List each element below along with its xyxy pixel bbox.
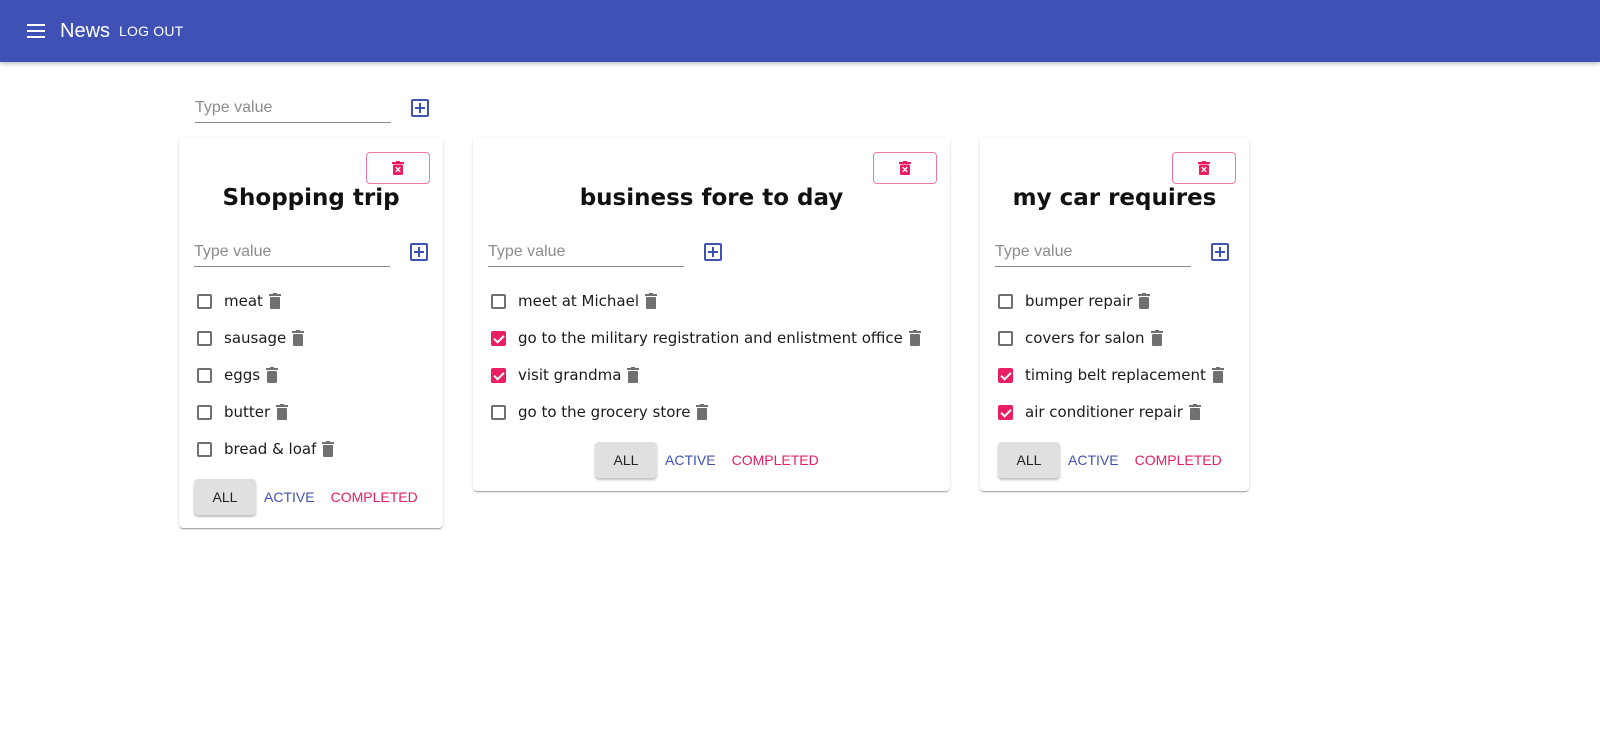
task-item: covers for salon bbox=[998, 325, 1163, 351]
task-item: bread & loaf bbox=[197, 436, 335, 462]
trash-icon[interactable] bbox=[1150, 330, 1163, 346]
task-text: go to the grocery store bbox=[518, 403, 691, 421]
filter-buttons: ALL ACTIVE COMPLETED bbox=[595, 442, 819, 478]
menu-icon[interactable] bbox=[24, 19, 48, 43]
add-list-icon[interactable] bbox=[411, 99, 429, 117]
trash-icon[interactable] bbox=[627, 367, 640, 383]
filter-active-button[interactable]: ACTIVE bbox=[1068, 446, 1119, 474]
task-text: timing belt replacement bbox=[1025, 366, 1206, 384]
add-task-form bbox=[194, 237, 428, 267]
delete-list-button[interactable] bbox=[873, 152, 937, 184]
task-checkbox[interactable] bbox=[491, 404, 506, 420]
task-item: air conditioner repair bbox=[998, 399, 1201, 425]
new-list-form bbox=[195, 93, 429, 123]
task-text: go to the military registration and enli… bbox=[518, 329, 903, 347]
new-task-input[interactable] bbox=[488, 237, 684, 267]
task-text: bread & loaf bbox=[224, 440, 317, 458]
add-task-icon[interactable] bbox=[1211, 243, 1229, 261]
add-task-icon[interactable] bbox=[410, 243, 428, 261]
trash-icon[interactable] bbox=[1138, 293, 1151, 309]
task-text: air conditioner repair bbox=[1025, 403, 1183, 421]
task-item: butter bbox=[197, 399, 289, 425]
task-checkbox[interactable] bbox=[491, 367, 506, 383]
list-title: Shopping trip bbox=[222, 185, 400, 211]
trash-icon[interactable] bbox=[276, 404, 289, 420]
task-checkbox[interactable] bbox=[998, 404, 1013, 420]
new-task-input[interactable] bbox=[194, 237, 390, 267]
trash-icon[interactable] bbox=[645, 293, 658, 309]
filter-completed-button[interactable]: COMPLETED bbox=[732, 446, 819, 474]
trash-icon[interactable] bbox=[268, 293, 281, 309]
filter-active-button[interactable]: ACTIVE bbox=[264, 483, 315, 511]
task-checkbox[interactable] bbox=[197, 367, 212, 383]
logout-button[interactable]: LOG OUT bbox=[119, 23, 183, 39]
todo-list-card: Shopping trip meat sausage eggs butter b… bbox=[179, 137, 443, 528]
task-item: eggs bbox=[197, 362, 279, 388]
task-text: meat bbox=[224, 292, 263, 310]
task-text: eggs bbox=[224, 366, 261, 384]
task-item: sausage bbox=[197, 325, 305, 351]
task-text: covers for salon bbox=[1025, 329, 1145, 347]
task-item: bumper repair bbox=[998, 288, 1151, 314]
task-item: visit grandma bbox=[491, 362, 640, 388]
delete-forever-icon bbox=[899, 161, 911, 175]
todo-list-card: business fore to day meet at Michael go … bbox=[473, 137, 950, 491]
list-title: my car requires bbox=[1012, 185, 1217, 211]
new-list-input[interactable] bbox=[195, 93, 391, 123]
filter-all-button[interactable]: ALL bbox=[998, 442, 1060, 478]
task-text: sausage bbox=[224, 329, 287, 347]
task-checkbox[interactable] bbox=[197, 404, 212, 420]
task-item: meat bbox=[197, 288, 281, 314]
task-text: visit grandma bbox=[518, 366, 622, 384]
task-text: butter bbox=[224, 403, 271, 421]
delete-forever-icon bbox=[1198, 161, 1210, 175]
task-item: timing belt replacement bbox=[998, 362, 1224, 388]
trash-icon[interactable] bbox=[266, 367, 279, 383]
new-task-input[interactable] bbox=[995, 237, 1191, 267]
filter-active-button[interactable]: ACTIVE bbox=[665, 446, 716, 474]
filter-buttons: ALL ACTIVE COMPLETED bbox=[998, 442, 1222, 478]
trash-icon[interactable] bbox=[1188, 404, 1201, 420]
trash-icon[interactable] bbox=[1211, 367, 1224, 383]
delete-list-button[interactable] bbox=[366, 152, 430, 184]
task-item: go to the military registration and enli… bbox=[491, 325, 921, 351]
list-title: business fore to day bbox=[579, 185, 844, 211]
task-text: bumper repair bbox=[1025, 292, 1133, 310]
delete-forever-icon bbox=[392, 161, 404, 175]
add-task-icon[interactable] bbox=[704, 243, 722, 261]
trash-icon[interactable] bbox=[322, 441, 335, 457]
filter-completed-button[interactable]: COMPLETED bbox=[1135, 446, 1222, 474]
filter-buttons: ALL ACTIVE COMPLETED bbox=[194, 479, 418, 515]
task-checkbox[interactable] bbox=[491, 293, 506, 309]
task-checkbox[interactable] bbox=[491, 330, 506, 346]
filter-all-button[interactable]: ALL bbox=[595, 442, 657, 478]
task-checkbox[interactable] bbox=[197, 441, 212, 457]
delete-list-button[interactable] bbox=[1172, 152, 1236, 184]
trash-icon[interactable] bbox=[292, 330, 305, 346]
add-task-form bbox=[488, 237, 722, 267]
task-item: go to the grocery store bbox=[491, 399, 709, 425]
app-title: News bbox=[60, 19, 111, 42]
filter-all-button[interactable]: ALL bbox=[194, 479, 256, 515]
app-bar: News LOG OUT bbox=[0, 0, 1600, 62]
task-checkbox[interactable] bbox=[197, 330, 212, 346]
add-task-form bbox=[995, 237, 1229, 267]
task-text: meet at Michael bbox=[518, 292, 640, 310]
trash-icon[interactable] bbox=[696, 404, 709, 420]
todo-list-card: my car requires bumper repair covers for… bbox=[980, 137, 1249, 491]
task-checkbox[interactable] bbox=[998, 330, 1013, 346]
task-checkbox[interactable] bbox=[998, 367, 1013, 383]
task-checkbox[interactable] bbox=[998, 293, 1013, 309]
trash-icon[interactable] bbox=[908, 330, 921, 346]
task-checkbox[interactable] bbox=[197, 293, 212, 309]
task-item: meet at Michael bbox=[491, 288, 658, 314]
filter-completed-button[interactable]: COMPLETED bbox=[331, 483, 418, 511]
